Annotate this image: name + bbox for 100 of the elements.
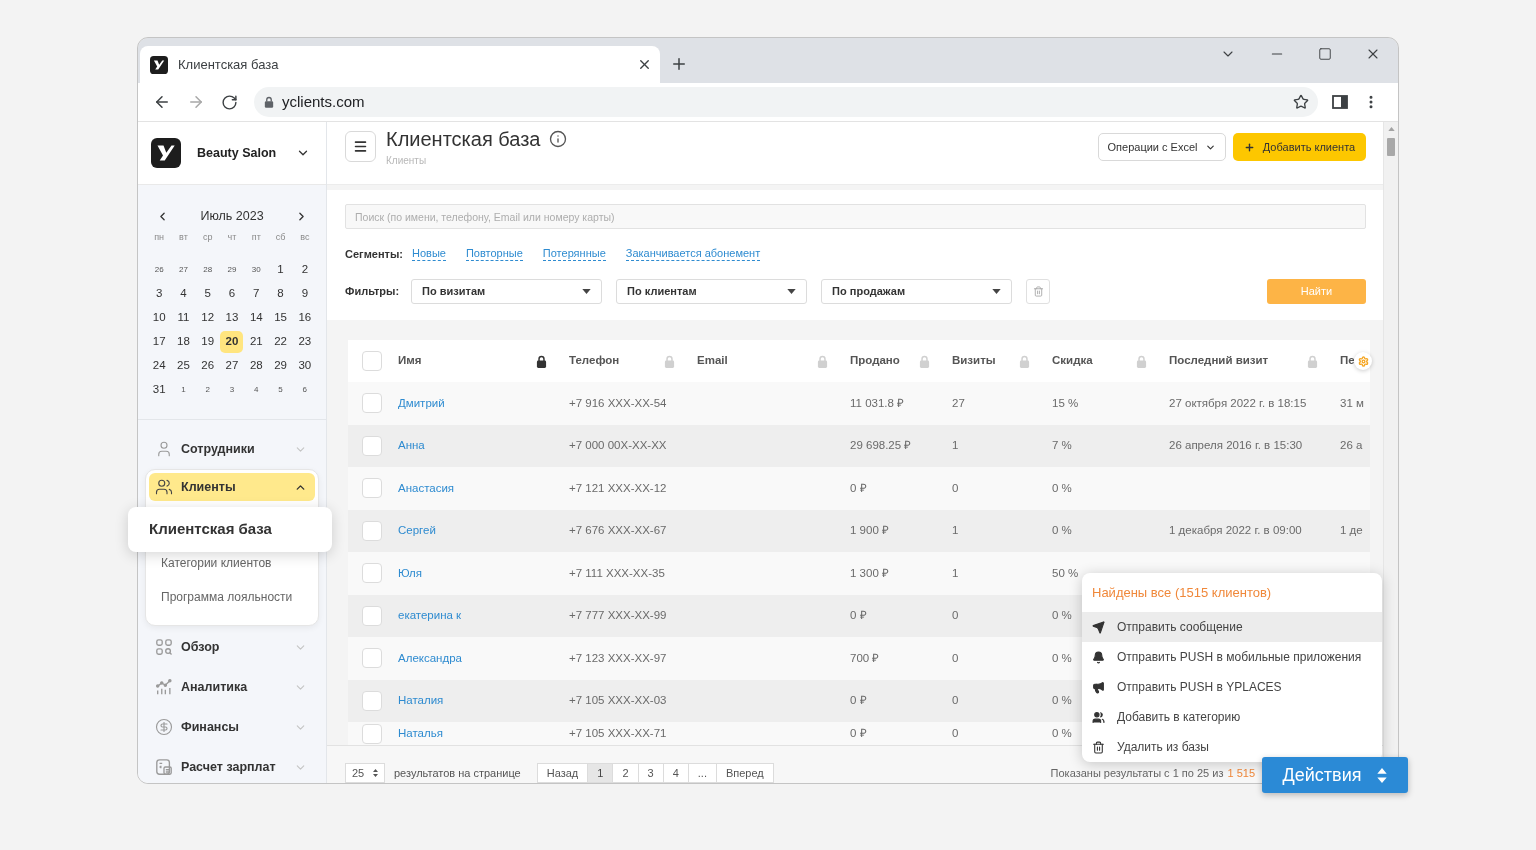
- checkbox[interactable]: [362, 723, 382, 744]
- add-client-button[interactable]: Добавить клиента: [1233, 133, 1366, 161]
- filter-select[interactable]: По клиентам: [616, 279, 808, 304]
- segment-link[interactable]: Новые: [412, 247, 446, 261]
- column-header[interactable]: Email: [697, 352, 728, 370]
- calendar-day[interactable]: 3: [147, 283, 171, 305]
- calendar-day[interactable]: 27: [220, 355, 244, 377]
- calendar-day[interactable]: 21: [244, 331, 268, 353]
- segment-link[interactable]: Потерянные: [542, 247, 606, 261]
- calendar-day[interactable]: 6: [293, 379, 317, 401]
- excel-operations-button[interactable]: Операции с Excel: [1098, 133, 1226, 161]
- settings-icon[interactable]: [1354, 352, 1372, 370]
- calendar-day[interactable]: 5: [269, 379, 293, 401]
- search-field[interactable]: Поиск (по имени, телефону, Email или номеру карты): [345, 204, 1366, 229]
- scroll-up-icon[interactable]: [1387, 127, 1395, 131]
- submenu-item[interactable]: Программа лояльности: [149, 587, 315, 607]
- browser-tab[interactable]: Клиентская база: [140, 46, 660, 83]
- calendar-day[interactable]: 10: [147, 307, 171, 329]
- menu-item[interactable]: Добавить в категорию: [1082, 702, 1382, 732]
- calendar-day[interactable]: 26: [147, 259, 171, 281]
- menu-item[interactable]: Отправить PUSH в YPLACES: [1082, 672, 1382, 702]
- calendar-day[interactable]: 28: [244, 355, 268, 377]
- menu-item[interactable]: Отправить PUSH в мобильные приложения: [1082, 642, 1382, 672]
- calendar-day[interactable]: 25: [171, 355, 195, 377]
- calendar-day[interactable]: 5: [196, 283, 220, 305]
- client-name-link[interactable]: Наталья: [398, 724, 443, 743]
- calendar-day[interactable]: 3: [220, 379, 244, 401]
- client-name-link[interactable]: Анастасия: [398, 479, 455, 497]
- calendar-day[interactable]: 18: [171, 331, 195, 353]
- page-button[interactable]: ...: [687, 763, 717, 783]
- nav-item[interactable]: Клиенты: [149, 473, 315, 501]
- checkbox[interactable]: [362, 351, 382, 371]
- url-field[interactable]: yclients.com: [254, 87, 1318, 117]
- checkbox[interactable]: [362, 478, 382, 499]
- column-header[interactable]: Скидка: [1052, 352, 1093, 370]
- nav-item[interactable]: Обзор: [149, 635, 315, 659]
- calendar-day[interactable]: 13: [220, 307, 244, 329]
- calendar-day[interactable]: 17: [147, 331, 171, 353]
- submenu-item[interactable]: Клиентская база: [128, 506, 332, 552]
- checkbox[interactable]: [362, 435, 382, 456]
- column-header[interactable]: Последний визит: [1169, 352, 1269, 370]
- page-button[interactable]: Вперед: [715, 763, 774, 783]
- maximize-icon[interactable]: [1318, 47, 1332, 61]
- calendar-day[interactable]: 28: [196, 259, 220, 281]
- calendar-day[interactable]: 8: [269, 283, 293, 305]
- calendar-day[interactable]: 27: [171, 259, 195, 281]
- nav-item[interactable]: Расчет зарплат: [149, 755, 315, 779]
- filter-select[interactable]: По визитам: [411, 279, 603, 304]
- calendar-day[interactable]: 29: [220, 259, 244, 281]
- column-header[interactable]: Продано: [850, 352, 900, 370]
- scrollbar[interactable]: [1383, 122, 1398, 757]
- calendar-day[interactable]: 11: [171, 307, 195, 329]
- column-header[interactable]: Визиты: [952, 352, 996, 370]
- menu-button[interactable]: [345, 131, 376, 162]
- client-name-link[interactable]: Дмитрий: [398, 394, 445, 412]
- nav-item[interactable]: Сотрудники: [149, 437, 315, 461]
- checkbox[interactable]: [362, 393, 382, 414]
- calendar-day[interactable]: 29: [269, 355, 293, 377]
- calendar-day[interactable]: 2: [293, 259, 317, 281]
- info-icon[interactable]: [549, 130, 568, 148]
- menu-item[interactable]: Отправить сообщение: [1082, 612, 1382, 642]
- forward-icon[interactable]: [187, 93, 205, 111]
- segment-link[interactable]: Заканчивается абонемент: [625, 247, 761, 261]
- bookmark-star-icon[interactable]: [1293, 94, 1309, 110]
- checkbox[interactable]: [362, 605, 382, 626]
- actions-button[interactable]: Действия: [1262, 757, 1408, 793]
- checkbox[interactable]: [362, 648, 382, 669]
- calendar-day[interactable]: 9: [293, 283, 317, 305]
- column-header[interactable]: Телефон: [569, 352, 620, 370]
- nav-item[interactable]: Аналитика: [149, 675, 315, 699]
- calendar-day[interactable]: 19: [196, 331, 220, 353]
- new-tab-icon[interactable]: [670, 55, 688, 73]
- filter-select[interactable]: По продажам: [821, 279, 1013, 304]
- calendar-day[interactable]: 20: [220, 331, 244, 353]
- calendar-day[interactable]: 31: [147, 379, 171, 401]
- checkbox[interactable]: [362, 520, 382, 541]
- lock-icon[interactable]: [536, 354, 547, 368]
- calendar-day[interactable]: 2: [196, 379, 220, 401]
- calendar-day[interactable]: 1: [171, 379, 195, 401]
- checkbox[interactable]: [362, 563, 382, 584]
- salon-selector[interactable]: Beauty Salon: [197, 143, 310, 163]
- page-button[interactable]: 1: [587, 763, 614, 783]
- back-icon[interactable]: [153, 93, 171, 111]
- calendar-day[interactable]: 24: [147, 355, 171, 377]
- submenu-item[interactable]: Категории клиентов: [149, 553, 315, 573]
- page-button[interactable]: 4: [662, 763, 689, 783]
- side-panel-icon[interactable]: [1332, 94, 1348, 110]
- calendar-day[interactable]: 6: [220, 283, 244, 305]
- page-button[interactable]: 2: [612, 763, 639, 783]
- column-header[interactable]: Имя: [398, 352, 422, 370]
- page-button[interactable]: Назад: [536, 763, 589, 783]
- calendar-day[interactable]: 4: [244, 379, 268, 401]
- client-name-link[interactable]: Юля: [398, 564, 423, 582]
- calendar-day[interactable]: 16: [293, 307, 317, 329]
- calendar-day[interactable]: 14: [244, 307, 268, 329]
- scrollbar-thumb[interactable]: [1387, 138, 1395, 156]
- clear-filters-button[interactable]: [1026, 279, 1051, 304]
- calendar-day[interactable]: 22: [269, 331, 293, 353]
- calendar-day[interactable]: 26: [196, 355, 220, 377]
- calendar-day[interactable]: 30: [293, 355, 317, 377]
